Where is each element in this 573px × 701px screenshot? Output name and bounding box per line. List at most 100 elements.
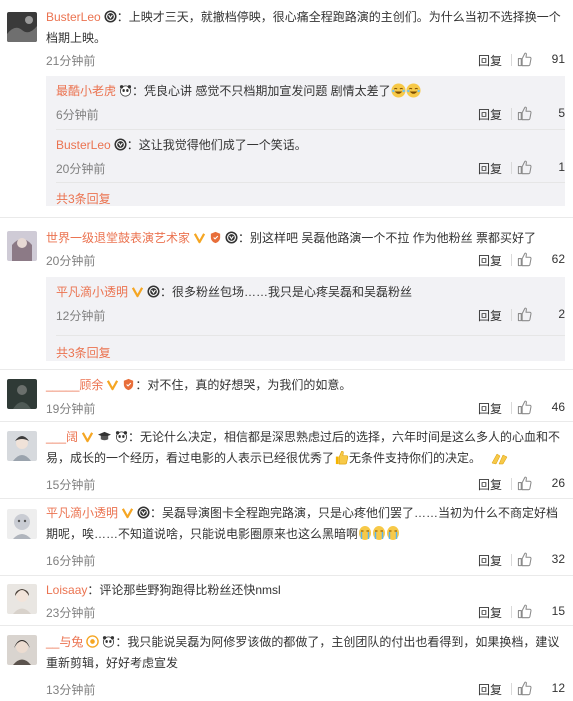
subreply-username[interactable]: 最酷小老虎 xyxy=(56,84,116,98)
comment-body-cont: 易，成长的一个经历，看过电影的人表示已经很优秀了 xyxy=(46,451,335,465)
like-count: 32 xyxy=(551,552,565,566)
timestamp: 19分钟前 xyxy=(46,402,96,416)
like-count: 15 xyxy=(551,604,565,618)
subreply-username[interactable]: BusterLeo xyxy=(56,138,111,152)
reply-button[interactable]: 回复 xyxy=(478,160,502,177)
timestamp: 23分钟前 xyxy=(46,606,96,620)
comment-item: Loisaay：评论那些野狗跑得比粉丝还快nmsl 23分钟前 回复 15 xyxy=(0,580,573,626)
comment-item: 世界一级退堂鼓表演艺术家 ：别这样吧 吴磊他路演一个不拉 作为他粉丝 票都买好了 … xyxy=(0,223,573,370)
reply-button[interactable]: 回复 xyxy=(478,400,502,417)
divider xyxy=(511,162,512,174)
more-replies-link[interactable]: 共3条回复 xyxy=(56,344,111,361)
subreply-item: 最酷小老虎 ：凭良心讲 感觉不只档期加宣发问题 剧情太差了 xyxy=(56,81,557,101)
comment-text: _____顾余 ：对不住，真的好想哭，为我们的如意。 xyxy=(46,375,565,396)
avatar[interactable] xyxy=(7,12,37,42)
comment-item: ___阔 ：无论什么决定，相信都是深思熟虑过后的选择，六年时间是这么多人的心血和不… xyxy=(0,427,573,499)
like-count: 26 xyxy=(551,476,565,490)
clapping-emoji-icon xyxy=(491,451,509,465)
reply-button[interactable]: 回复 xyxy=(478,106,502,123)
comment-item: __与兔 ：我只能说吴磊为阿修罗该做的都做了，主创团队的付出也看得到，如果换档，建… xyxy=(0,632,573,701)
avatar[interactable] xyxy=(7,431,37,461)
reply-button[interactable]: 回复 xyxy=(478,681,502,698)
like-button[interactable]: 15 xyxy=(517,604,565,620)
divider xyxy=(511,478,512,490)
reply-button[interactable]: 回复 xyxy=(478,604,502,621)
divider xyxy=(511,683,512,695)
username[interactable]: __与兔 xyxy=(46,635,83,649)
comment-divider xyxy=(0,369,573,370)
like-button[interactable]: 46 xyxy=(517,400,565,416)
timestamp: 21分钟前 xyxy=(46,54,96,68)
divider xyxy=(511,606,512,618)
thumbs-up-icon xyxy=(517,681,532,696)
comment-body: ：上映才三天，就撤档停映，很心痛全程跑路演的主创们。为什么当初不选择换一个 xyxy=(116,10,561,24)
reply-button[interactable]: 回复 xyxy=(478,552,502,569)
comment-text: ___阔 ：无论什么决定，相信都是深思熟虑过后的选择，六年时间是这么多人的心血和不… xyxy=(46,427,565,469)
like-button[interactable]: 91 xyxy=(517,52,565,68)
comment-body: ：吴磊导演图卡全程跑完路演，只是心疼他们罢了……当初为什么不商定好档 xyxy=(150,506,559,520)
avatar[interactable] xyxy=(7,584,37,614)
reply-button[interactable]: 回复 xyxy=(478,52,502,69)
like-button[interactable]: 32 xyxy=(517,552,565,568)
thumbs-up-emoji-icon xyxy=(334,450,349,465)
reply-button[interactable]: 回复 xyxy=(478,252,502,269)
verified-badge-icon xyxy=(147,285,160,298)
subreply-divider xyxy=(56,129,565,130)
verified-badge-icon xyxy=(225,231,238,244)
like-button[interactable]: 5 xyxy=(517,106,565,122)
panda-icon xyxy=(102,635,115,648)
avatar[interactable] xyxy=(7,231,37,261)
comment-item: _____顾余 ：对不住，真的好想哭，为我们的如意。 19分钟前 回复 46 xyxy=(0,374,573,422)
timestamp: 15分钟前 xyxy=(46,478,96,492)
comment-item: 平凡滴小透明 ：吴磊导演图卡全程跑完路演，只是心疼他们罢了……当初为什么不商定好档… xyxy=(0,503,573,576)
subreply-username[interactable]: 平凡滴小透明 xyxy=(56,285,128,299)
comment-body-cont: 期呢，唉……不知道说啥，只能说电影圈原来也这么黑暗啊 xyxy=(46,527,359,541)
vip-badge-icon xyxy=(121,506,134,519)
panda-icon xyxy=(115,430,128,443)
divider xyxy=(511,54,512,66)
comment-divider xyxy=(0,625,573,626)
subreply-text: 最酷小老虎 ：凭良心讲 感觉不只档期加宣发问题 剧情太差了 xyxy=(56,81,557,101)
thumbs-up-icon xyxy=(517,400,532,415)
username[interactable]: BusterLeo xyxy=(46,10,101,24)
comment-text: Loisaay：评论那些野狗跑得比粉丝还快nmsl xyxy=(46,580,565,601)
thumbs-up-icon xyxy=(517,106,532,121)
like-count: 12 xyxy=(551,681,565,695)
username[interactable]: ___阔 xyxy=(46,430,78,444)
like-button[interactable]: 2 xyxy=(517,307,565,323)
divider xyxy=(511,554,512,566)
thumbs-up-icon xyxy=(517,52,532,67)
username[interactable]: _____顾余 xyxy=(46,378,103,392)
avatar[interactable] xyxy=(7,635,37,665)
shield-badge-icon xyxy=(122,378,135,391)
like-count: 46 xyxy=(551,400,565,414)
username[interactable]: Loisaay xyxy=(46,583,87,597)
laughing-emoji-icon xyxy=(406,83,421,98)
vip-badge-icon xyxy=(81,430,94,443)
vip-badge-icon xyxy=(131,285,144,298)
crying-emoji-icon xyxy=(358,525,372,541)
subreply-body: ：这让我觉得他们成了一个笑话。 xyxy=(126,138,307,152)
like-button[interactable]: 62 xyxy=(517,252,565,268)
divider xyxy=(511,309,512,321)
reply-button[interactable]: 回复 xyxy=(478,476,502,493)
comment-text: 平凡滴小透明 ：吴磊导演图卡全程跑完路演，只是心疼他们罢了……当初为什么不商定好档… xyxy=(46,503,565,545)
thumbs-up-icon xyxy=(517,307,532,322)
username[interactable]: 世界一级退堂鼓表演艺术家 xyxy=(46,231,190,245)
username[interactable]: 平凡滴小透明 xyxy=(46,506,118,520)
more-replies-link[interactable]: 共3条回复 xyxy=(56,190,111,207)
like-button[interactable]: 26 xyxy=(517,476,565,492)
reply-button[interactable]: 回复 xyxy=(478,307,502,324)
divider xyxy=(511,108,512,120)
comment-divider xyxy=(0,217,573,218)
like-button[interactable]: 12 xyxy=(517,681,565,697)
avatar[interactable] xyxy=(7,379,37,409)
thumbs-up-icon xyxy=(517,476,532,491)
subreply-divider xyxy=(56,182,565,183)
comment-body: ：无论什么决定，相信都是深思熟虑过后的选择，六年时间是这么多人的心血和不 xyxy=(128,430,561,444)
timestamp: 20分钟前 xyxy=(46,254,96,268)
like-button[interactable]: 1 xyxy=(517,160,565,176)
avatar[interactable] xyxy=(7,509,37,539)
thumbs-up-icon xyxy=(517,604,532,619)
panda-icon xyxy=(119,84,132,97)
